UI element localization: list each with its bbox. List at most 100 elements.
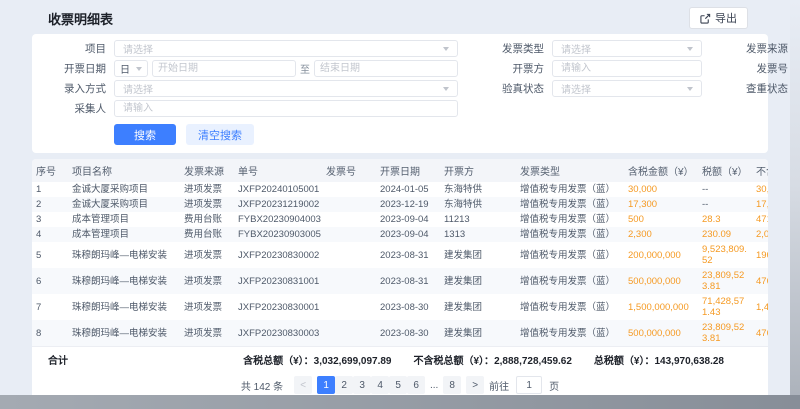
- chevron-down-icon: [443, 47, 449, 51]
- cell-seq: 5: [32, 242, 68, 268]
- page-button-8[interactable]: 8: [443, 376, 461, 394]
- cell-issuer: 建发集团: [440, 294, 516, 320]
- date-range-separator: 至: [300, 61, 310, 76]
- cell-project: 金诚大厦采购项目: [68, 182, 180, 197]
- cell-tax: --: [698, 182, 752, 197]
- goto-page-input[interactable]: [516, 376, 542, 394]
- cell-project: 成本管理项目: [68, 227, 180, 242]
- page-button-3[interactable]: 3: [353, 376, 371, 394]
- table-row: 1金诚大厦采购项目进项发票JXFP202401050012024-01-05东海…: [32, 182, 768, 197]
- date-granularity-value: 日: [120, 61, 136, 76]
- vertical-scrollbar[interactable]: [790, 0, 800, 409]
- filter-invoice-source: 发票来源 请选择: [726, 40, 800, 57]
- export-button[interactable]: 导出: [689, 7, 748, 29]
- invoice-type-select[interactable]: 请选择: [552, 40, 702, 57]
- search-button[interactable]: 搜索: [114, 124, 176, 145]
- filter-invoice-date: 开票日期 日 至: [44, 60, 458, 77]
- cell-date: 2023-08-31: [376, 242, 440, 268]
- next-page-button[interactable]: >: [466, 376, 484, 394]
- issuer-input[interactable]: [552, 60, 702, 77]
- cell-amount: 500: [624, 212, 698, 227]
- date-granularity-select[interactable]: 日: [114, 60, 148, 77]
- clear-search-button[interactable]: 清空搜索: [186, 124, 254, 145]
- cell-amount: 30,000: [624, 182, 698, 197]
- page-button-4[interactable]: 4: [371, 376, 389, 394]
- invoice-date-label: 开票日期: [44, 61, 106, 76]
- cell-order-no: JXFP20230830003: [234, 320, 322, 346]
- column-header-source: 发票来源: [180, 159, 234, 182]
- page-button-5[interactable]: 5: [389, 376, 407, 394]
- cell-net: 471.7: [752, 212, 768, 227]
- invoice-no-label: 发票号: [726, 61, 788, 76]
- cell-tax: 71,428,571.43: [698, 294, 752, 320]
- cell-seq: 3: [32, 212, 68, 227]
- cell-type: 增值税专用发票（蓝）: [516, 320, 624, 346]
- filter-collector: 采集人: [44, 100, 458, 117]
- cell-amount: 200,000,000: [624, 242, 698, 268]
- cell-amount: 2,300: [624, 227, 698, 242]
- cell-net: 476,190,476.19: [752, 268, 768, 294]
- invoice-source-label: 发票来源: [726, 41, 788, 56]
- cell-source: 进项发票: [180, 242, 234, 268]
- cell-source: 进项发票: [180, 294, 234, 320]
- filter-issuer: 开票方: [482, 60, 702, 77]
- cell-tax: 23,809,523.81: [698, 320, 752, 346]
- filter-invoice-type: 发票类型 请选择: [482, 40, 702, 57]
- cell-order-no: JXFP20231219002: [234, 197, 322, 212]
- page-button-2[interactable]: 2: [335, 376, 353, 394]
- filter-dup-check-status: 查重状态 请选择: [726, 80, 800, 97]
- cell-project: 金诚大厦采购项目: [68, 197, 180, 212]
- cell-type: 增值税专用发票（蓝）: [516, 212, 624, 227]
- cell-net: 1,428,571,428.57: [752, 294, 768, 320]
- entry-method-select[interactable]: 请选择: [114, 80, 458, 97]
- issuer-label: 开票方: [482, 61, 544, 76]
- goto-prefix: 前往: [489, 378, 509, 393]
- total-excl-tax: 不含税总额（¥）：2,888,728,459.62: [414, 352, 572, 367]
- cell-type: 增值税专用发票（蓝）: [516, 268, 624, 294]
- cell-tax: 23,809,523.81: [698, 268, 752, 294]
- filter-panel: 项目 请选择 发票类型 请选择 发票来源 请选择 开票日期 日: [32, 34, 768, 153]
- start-date-input[interactable]: [152, 60, 296, 77]
- cell-invoice-no: [322, 227, 376, 242]
- cell-issuer: 建发集团: [440, 268, 516, 294]
- invoice-type-label: 发票类型: [482, 41, 544, 56]
- cell-source: 进项发票: [180, 197, 234, 212]
- table-row: 4成本管理项目费用台账FYBX202309030052023-09-041313…: [32, 227, 768, 242]
- page-button-6[interactable]: 6: [407, 376, 425, 394]
- cell-net: 190,476,190.48: [752, 242, 768, 268]
- invoice-table[interactable]: 序号 项目名称 发票来源 单号 发票号 开票日期 开票方 发票类型 含税金额（¥…: [32, 159, 768, 346]
- prev-page-button[interactable]: <: [294, 376, 312, 394]
- cell-date: 2023-09-04: [376, 227, 440, 242]
- project-label: 项目: [44, 41, 106, 56]
- cell-order-no: JXFP20230830002: [234, 242, 322, 268]
- filter-project: 项目 请选择: [44, 40, 458, 57]
- collector-input[interactable]: [114, 100, 458, 117]
- chevron-down-icon: [443, 87, 449, 91]
- filter-invoice-no: 发票号: [726, 60, 800, 77]
- cell-date: 2023-08-30: [376, 294, 440, 320]
- summary-label: 合计: [48, 352, 68, 367]
- end-date-input[interactable]: [314, 60, 458, 77]
- chevron-down-icon: [687, 47, 693, 51]
- cell-source: 进项发票: [180, 320, 234, 346]
- table-row: 7珠穆朗玛峰—电梯安装进项发票JXFP202308300012023-08-30…: [32, 294, 768, 320]
- project-select[interactable]: 请选择: [114, 40, 458, 57]
- table-row: 6珠穆朗玛峰—电梯安装进项发票JXFP202308310012023-08-31…: [32, 268, 768, 294]
- cell-date: 2023-12-19: [376, 197, 440, 212]
- cell-invoice-no: [322, 294, 376, 320]
- verify-status-select[interactable]: 请选择: [552, 80, 702, 97]
- column-header-invoice-no: 发票号: [322, 159, 376, 182]
- cell-type: 增值税专用发票（蓝）: [516, 242, 624, 268]
- page-button-1[interactable]: 1: [317, 376, 335, 394]
- page-title: 收票明细表: [48, 9, 113, 28]
- cell-project: 珠穆朗玛峰—电梯安装: [68, 320, 180, 346]
- page-ellipsis[interactable]: ...: [425, 376, 443, 394]
- cell-tax: --: [698, 197, 752, 212]
- cell-amount: 1,500,000,000: [624, 294, 698, 320]
- cell-net: 2,069.91: [752, 227, 768, 242]
- column-header-order-no: 单号: [234, 159, 322, 182]
- verify-status-label: 验真状态: [482, 81, 544, 96]
- cell-seq: 4: [32, 227, 68, 242]
- column-header-seq: 序号: [32, 159, 68, 182]
- total-incl-tax: 含税总额（¥）：3,032,699,097.89: [243, 352, 391, 367]
